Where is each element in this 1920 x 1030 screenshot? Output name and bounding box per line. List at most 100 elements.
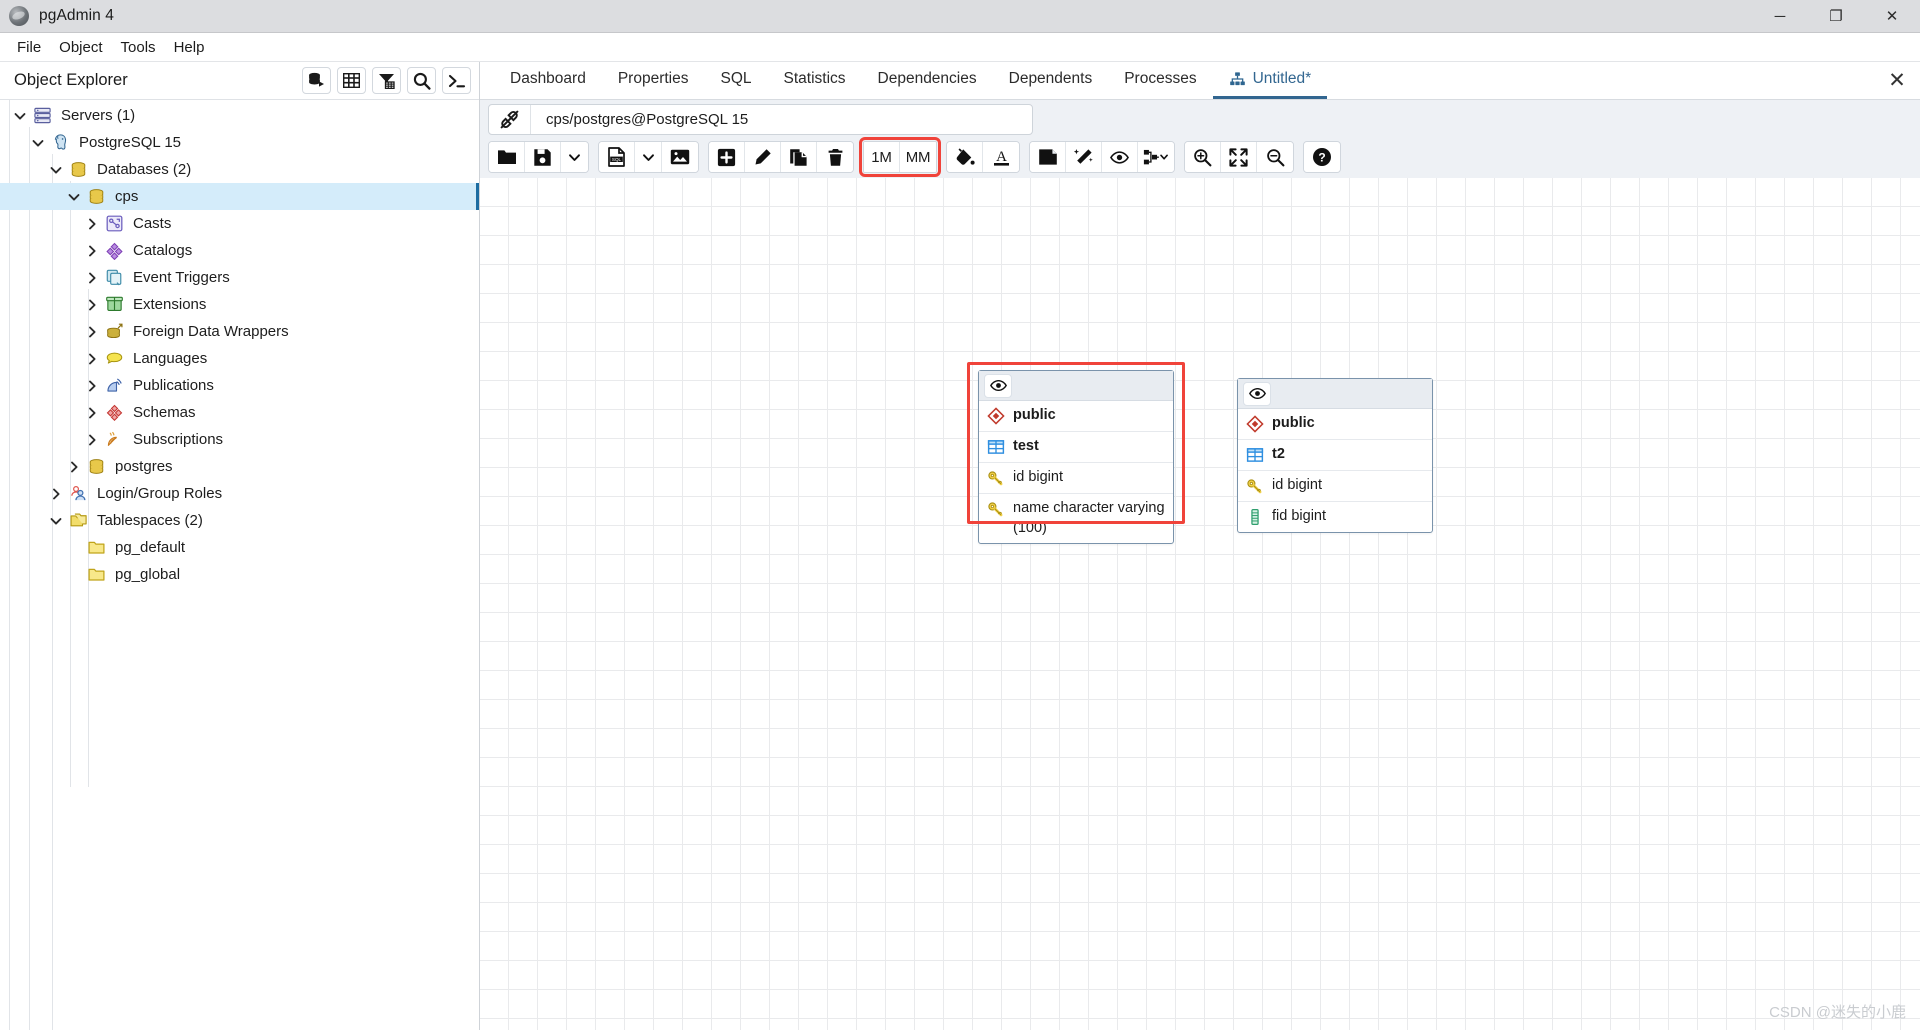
chevron-down-icon[interactable] xyxy=(45,507,67,534)
filter-icon[interactable] xyxy=(372,67,401,94)
eye-icon[interactable] xyxy=(1243,381,1271,406)
tree-item-foreign-data-wrappers[interactable]: Foreign Data Wrappers xyxy=(0,318,479,345)
close-tab-button[interactable]: ✕ xyxy=(1874,62,1920,99)
table-node-row[interactable]: public xyxy=(1238,409,1432,440)
download-image-button[interactable] xyxy=(662,142,698,172)
edit-table-button[interactable] xyxy=(745,142,781,172)
maximize-button[interactable]: ❐ xyxy=(1808,0,1864,32)
tab-dashboard[interactable]: Dashboard xyxy=(494,62,602,99)
tree-item-pg-default[interactable]: pg_default xyxy=(0,534,479,561)
pgadmin-logo-icon xyxy=(9,6,29,26)
tree-item-subscriptions[interactable]: Subscriptions xyxy=(0,426,479,453)
show-details-button[interactable] xyxy=(1102,142,1138,172)
tab-untitled[interactable]: Untitled* xyxy=(1212,62,1328,99)
tree-item-login-group-roles[interactable]: Login/Group Roles xyxy=(0,480,479,507)
minimize-button[interactable]: ─ xyxy=(1752,0,1808,32)
add-note-button[interactable] xyxy=(1030,142,1066,172)
search-icon[interactable] xyxy=(407,67,436,94)
chevron-right-icon[interactable] xyxy=(81,237,103,264)
tree-item-catalogs[interactable]: Catalogs xyxy=(0,237,479,264)
menu-help[interactable]: Help xyxy=(165,36,214,59)
generate-sql-dropdown-button[interactable] xyxy=(635,142,662,172)
drop-table-button[interactable] xyxy=(817,142,853,172)
chevron-right-icon[interactable] xyxy=(81,426,103,453)
chevron-down-icon[interactable] xyxy=(45,156,67,183)
object-explorer-icon[interactable] xyxy=(302,67,331,94)
tree-item-label: Subscriptions xyxy=(133,431,224,448)
tab-properties[interactable]: Properties xyxy=(602,62,705,99)
cardinality-notation-button[interactable] xyxy=(1138,142,1174,172)
generate-sql-button[interactable]: SQL xyxy=(599,142,635,172)
tab-processes[interactable]: Processes xyxy=(1108,62,1212,99)
menu-tools[interactable]: Tools xyxy=(112,36,165,59)
chevron-down-icon[interactable] xyxy=(27,129,49,156)
table-node-row[interactable]: id bigint xyxy=(979,463,1173,494)
table-node-row[interactable]: fid bigint xyxy=(1238,502,1432,532)
chevron-right-icon[interactable] xyxy=(45,480,67,507)
object-explorer-tree[interactable]: Servers (1) PostgreSQL 15 Databases (2) cps… xyxy=(0,100,479,1030)
table-node-test[interactable]: public test id bigint name character varyin… xyxy=(978,370,1174,545)
clone-table-button[interactable] xyxy=(781,142,817,172)
text-color-button[interactable]: A xyxy=(983,142,1019,172)
tree-item-postgres[interactable]: postgres xyxy=(0,453,479,480)
chevron-right-icon[interactable] xyxy=(81,399,103,426)
tree-item-servers-1[interactable]: Servers (1) xyxy=(0,102,479,129)
erd-canvas[interactable]: public test id bigint name character varyin… xyxy=(480,178,1920,1030)
zoom-in-button[interactable] xyxy=(1185,142,1221,172)
chevron-right-icon[interactable] xyxy=(81,372,103,399)
tree-item-pg-global[interactable]: pg_global xyxy=(0,561,479,588)
table-node-row[interactable]: name character varying (100) xyxy=(979,494,1173,543)
table-node-row[interactable]: public xyxy=(979,401,1173,432)
eye-icon[interactable] xyxy=(984,373,1012,398)
save-button[interactable] xyxy=(525,142,561,172)
chevron-right-icon[interactable] xyxy=(81,318,103,345)
auto-align-button[interactable] xyxy=(1066,142,1102,172)
tree-item-schemas[interactable]: Schemas xyxy=(0,399,479,426)
zoom-out-button[interactable] xyxy=(1257,142,1293,172)
chevron-right-icon[interactable] xyxy=(81,291,103,318)
menu-object[interactable]: Object xyxy=(50,36,111,59)
zoom-to-fit-button[interactable] xyxy=(1221,142,1257,172)
menu-file[interactable]: File xyxy=(8,36,50,59)
tree-item-casts[interactable]: Casts xyxy=(0,210,479,237)
chevron-right-icon[interactable] xyxy=(81,210,103,237)
chevron-right-icon[interactable] xyxy=(63,453,85,480)
tree-item-languages[interactable]: Languages xyxy=(0,345,479,372)
export-group: SQL xyxy=(598,141,699,173)
tree-item-event-triggers[interactable]: Event Triggers xyxy=(0,264,479,291)
style-group: A xyxy=(946,141,1020,173)
tab-sql[interactable]: SQL xyxy=(704,62,767,99)
close-button[interactable]: ✕ xyxy=(1864,0,1920,32)
help-button[interactable]: ? xyxy=(1304,142,1340,172)
tree-item-tablespaces-2[interactable]: Tablespaces (2) xyxy=(0,507,479,534)
schema-diamond-icon xyxy=(1245,414,1265,434)
tree-item-extensions[interactable]: Extensions xyxy=(0,291,479,318)
tab-statistics[interactable]: Statistics xyxy=(768,62,862,99)
many-to-many-button[interactable]: MM xyxy=(900,142,936,172)
tree-item-publications[interactable]: Publications xyxy=(0,372,479,399)
extensions-icon xyxy=(103,294,125,316)
grid-icon[interactable] xyxy=(337,67,366,94)
fill-color-button[interactable] xyxy=(947,142,983,172)
tree-item-label: PostgreSQL 15 xyxy=(79,134,182,151)
table-node-row[interactable]: t2 xyxy=(1238,440,1432,471)
terminal-icon[interactable] xyxy=(442,67,471,94)
tree-item-postgresql-15[interactable]: PostgreSQL 15 xyxy=(0,129,479,156)
chevron-down-icon[interactable] xyxy=(63,183,85,210)
save-dropdown-button[interactable] xyxy=(561,142,588,172)
connection-selector[interactable]: cps/postgres@PostgreSQL 15 xyxy=(488,103,1033,135)
table-node-row[interactable]: id bigint xyxy=(1238,471,1432,502)
table-node-t2[interactable]: public t2 id bigint fid bigint xyxy=(1237,378,1433,533)
tab-dependencies[interactable]: Dependencies xyxy=(862,62,993,99)
chevron-down-icon[interactable] xyxy=(9,102,31,129)
chevron-right-icon[interactable] xyxy=(81,264,103,291)
table-node-row[interactable]: test xyxy=(979,432,1173,463)
tab-dependents[interactable]: Dependents xyxy=(993,62,1109,99)
tree-item-databases-2[interactable]: Databases (2) xyxy=(0,156,479,183)
chevron-right-icon[interactable] xyxy=(81,345,103,372)
open-file-button[interactable] xyxy=(489,142,525,172)
one-to-many-button[interactable]: 1M xyxy=(864,142,900,172)
tree-item-cps[interactable]: cps xyxy=(0,183,479,210)
add-table-button[interactable] xyxy=(709,142,745,172)
